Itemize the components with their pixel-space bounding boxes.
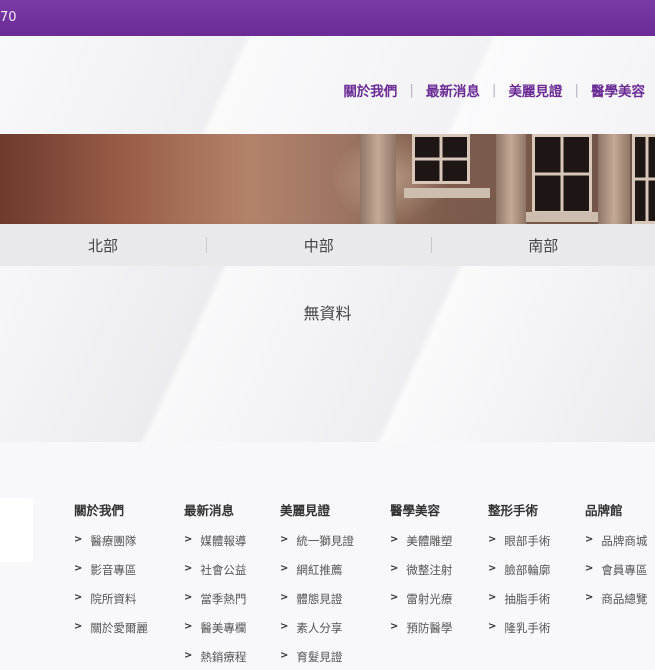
chevron-right-icon: >	[280, 650, 289, 661]
footer-link[interactable]: > 醫療團隊	[74, 533, 148, 562]
footer-link[interactable]: > 關於愛爾麗	[74, 620, 148, 649]
top-banner-bar: 70	[0, 0, 655, 36]
footer-link[interactable]: > 當季熱門	[184, 591, 246, 620]
content-area: 無資料	[0, 266, 655, 442]
nav-medical-beauty[interactable]: 醫學美容	[591, 80, 645, 100]
footer-column-testimonials: 美麗見證 > 統一獅見證 > 網紅推薦 > 體態見證 > 素人分享 > 育髮見證	[280, 500, 354, 670]
nav-about-us[interactable]: 關於我們	[343, 80, 397, 100]
chevron-right-icon: >	[488, 592, 497, 603]
footer-link[interactable]: > 育髮見證	[280, 649, 354, 670]
chevron-right-icon: >	[184, 534, 193, 545]
footer-link[interactable]: > 隆乳手術	[488, 620, 550, 649]
nav-separator: |	[574, 82, 579, 98]
footer-link[interactable]: > 醫美專欄	[184, 620, 246, 649]
footer-link[interactable]: > 微整注射	[390, 562, 452, 591]
footer-column-about: 關於我們 > 醫療團隊 > 影音專區 > 院所資料 > 關於愛爾麗	[74, 500, 148, 649]
footer-link[interactable]: > 影音專區	[74, 562, 148, 591]
tab-south[interactable]: 南部	[431, 235, 655, 256]
hero-banner-image	[0, 134, 655, 224]
footer-link[interactable]: > 熱銷療程	[184, 649, 246, 670]
chevron-right-icon: >	[390, 621, 399, 632]
footer-link[interactable]: > 院所資料	[74, 591, 148, 620]
chevron-right-icon: >	[488, 621, 497, 632]
footer-column-title[interactable]: 醫學美容	[390, 500, 452, 519]
empty-state-message: 無資料	[303, 304, 352, 323]
footer-column-title[interactable]: 最新消息	[184, 500, 246, 519]
banner-pillar	[598, 134, 630, 224]
footer-link[interactable]: > 網紅推薦	[280, 562, 354, 591]
footer-logo	[0, 498, 33, 562]
chevron-right-icon: >	[280, 563, 289, 574]
footer-column-medical-beauty: 醫學美容 > 美體雕塑 > 微整注射 > 雷射光療 > 預防醫學	[390, 500, 452, 649]
chevron-right-icon: >	[280, 621, 289, 632]
top-banner-text: 70	[0, 10, 17, 25]
chevron-right-icon: >	[74, 534, 83, 545]
footer-link[interactable]: > 品牌商城	[585, 533, 647, 562]
footer: 關於我們 > 醫療團隊 > 影音專區 > 院所資料 > 關於愛爾麗 最新消息 > 媒體報導…	[0, 442, 655, 670]
chevron-right-icon: >	[280, 592, 289, 603]
nav-testimonials[interactable]: 美麗見證	[508, 80, 562, 100]
chevron-right-icon: >	[390, 592, 399, 603]
top-navigation: 關於我們 | 最新消息 | 美麗見證 | 醫學美容	[343, 80, 645, 100]
footer-link[interactable]: > 眼部手術	[488, 533, 550, 562]
footer-link[interactable]: > 社會公益	[184, 562, 246, 591]
footer-column-title[interactable]: 品牌館	[585, 500, 647, 519]
chevron-right-icon: >	[184, 621, 193, 632]
nav-separator: |	[409, 82, 414, 98]
footer-link[interactable]: > 統一獅見證	[280, 533, 354, 562]
footer-link[interactable]: > 抽脂手術	[488, 591, 550, 620]
chevron-right-icon: >	[184, 592, 193, 603]
banner-window	[632, 134, 655, 224]
footer-link[interactable]: > 雷射光療	[390, 591, 452, 620]
banner-window	[532, 134, 592, 214]
chevron-right-icon: >	[74, 621, 83, 632]
nav-separator: |	[491, 82, 497, 98]
banner-pillar	[360, 134, 396, 224]
chevron-right-icon: >	[488, 563, 497, 574]
chevron-right-icon: >	[74, 592, 83, 603]
chevron-right-icon: >	[390, 534, 399, 545]
banner-pillar	[496, 134, 526, 224]
footer-link[interactable]: > 商品總覽	[585, 591, 647, 620]
chevron-right-icon: >	[280, 534, 289, 545]
chevron-right-icon: >	[184, 650, 193, 661]
footer-column-plastic-surgery: 整形手術 > 眼部手術 > 臉部輪廓 > 抽脂手術 > 隆乳手術	[488, 500, 550, 649]
chevron-right-icon: >	[488, 534, 497, 545]
footer-link[interactable]: > 會員專區	[585, 562, 647, 591]
footer-link[interactable]: > 預防醫學	[390, 620, 452, 649]
nav-latest-news[interactable]: 最新消息	[426, 80, 480, 100]
chevron-right-icon: >	[585, 534, 594, 545]
footer-link[interactable]: > 臉部輪廓	[488, 562, 550, 591]
banner-window	[412, 134, 470, 184]
footer-link[interactable]: > 媒體報導	[184, 533, 246, 562]
chevron-right-icon: >	[74, 563, 83, 574]
footer-column-news: 最新消息 > 媒體報導 > 社會公益 > 當季熱門 > 醫美專欄 > 熱銷療程	[184, 500, 246, 670]
footer-link[interactable]: > 美體雕塑	[390, 533, 452, 562]
footer-link[interactable]: > 素人分享	[280, 620, 354, 649]
footer-column-title[interactable]: 美麗見證	[280, 500, 354, 519]
chevron-right-icon: >	[585, 592, 594, 603]
footer-link[interactable]: > 體態見證	[280, 591, 354, 620]
region-tabs: 北部 中部 南部	[0, 224, 655, 266]
tab-central[interactable]: 中部	[207, 235, 431, 256]
chevron-right-icon: >	[585, 563, 594, 574]
header: 關於我們 | 最新消息 | 美麗見證 | 醫學美容	[0, 36, 655, 134]
footer-column-title[interactable]: 關於我們	[74, 500, 148, 519]
footer-column-title[interactable]: 整形手術	[488, 500, 550, 519]
chevron-right-icon: >	[390, 563, 399, 574]
footer-column-brand: 品牌館 > 品牌商城 > 會員專區 > 商品總覽	[585, 500, 647, 620]
chevron-right-icon: >	[184, 563, 193, 574]
tab-north[interactable]: 北部	[0, 235, 206, 256]
